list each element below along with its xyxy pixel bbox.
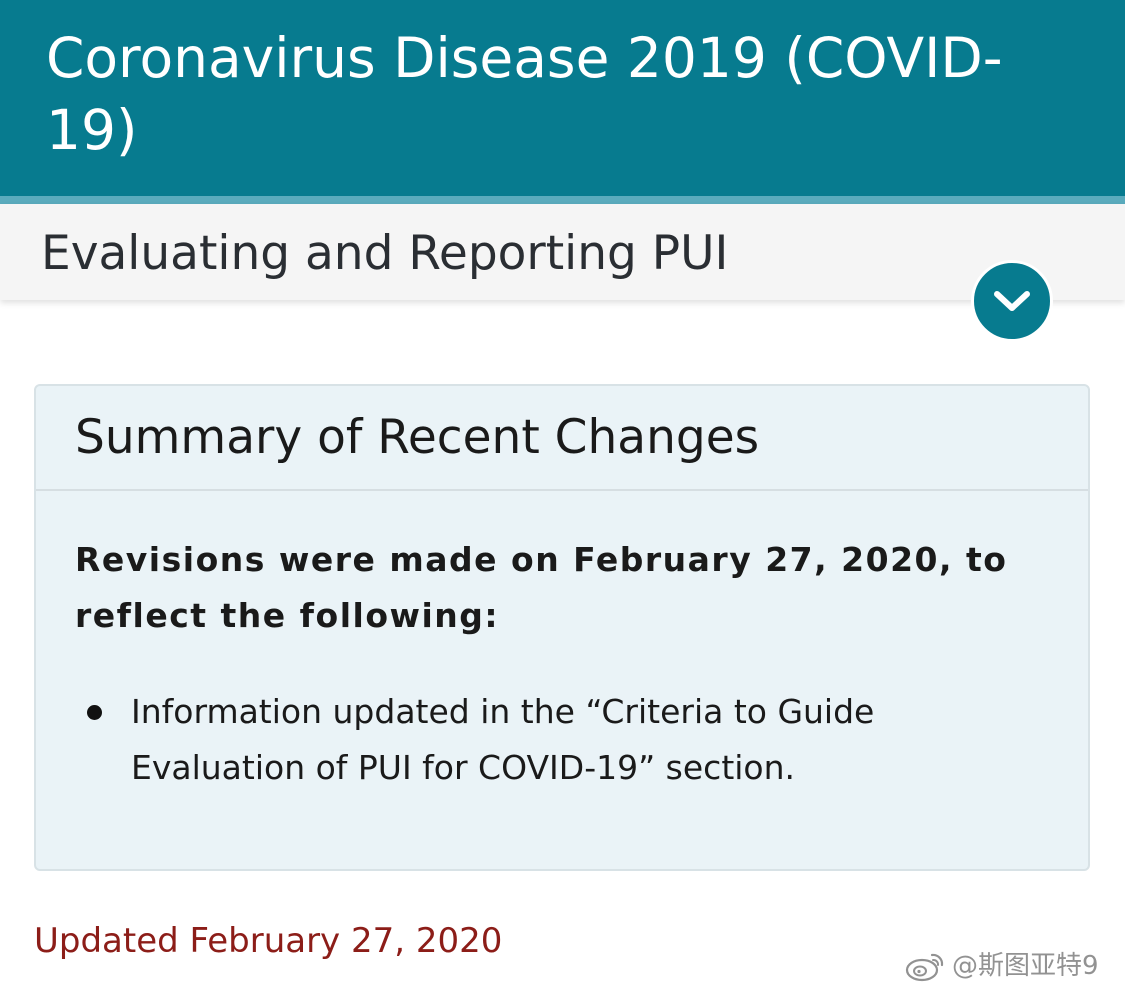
section-menu-toggle-button[interactable] — [971, 260, 1053, 342]
list-item: Information updated in the “Criteria to … — [75, 684, 1035, 796]
chevron-down-icon — [994, 291, 1030, 311]
section-nav-bar[interactable]: Evaluating and Reporting PUI — [0, 204, 1125, 300]
bullet-icon — [87, 705, 102, 720]
last-updated-date: Updated February 27, 2020 — [34, 921, 503, 961]
header-accent-stripe — [0, 196, 1125, 204]
list-item-text: Information updated in the “Criteria to … — [131, 692, 875, 787]
page: Coronavirus Disease 2019 (COVID-19) Eval… — [0, 0, 1125, 991]
page-title: Coronavirus Disease 2019 (COVID-19) — [46, 26, 1003, 162]
watermark: @斯图亚特9 — [904, 946, 1099, 986]
site-header: Coronavirus Disease 2019 (COVID-19) — [0, 0, 1125, 196]
summary-change-list: Information updated in the “Criteria to … — [75, 684, 1035, 796]
watermark-text: @斯图亚特9 — [952, 951, 1099, 981]
section-nav-title: Evaluating and Reporting PUI — [41, 226, 729, 281]
summary-card-header: Summary of Recent Changes — [36, 386, 1088, 491]
weibo-logo-icon — [905, 953, 944, 982]
summary-intro-text: Revisions were made on February 27, 2020… — [75, 540, 1008, 635]
summary-of-changes-card: Summary of Recent Changes Revisions were… — [34, 384, 1090, 871]
summary-card-title: Summary of Recent Changes — [75, 410, 760, 465]
